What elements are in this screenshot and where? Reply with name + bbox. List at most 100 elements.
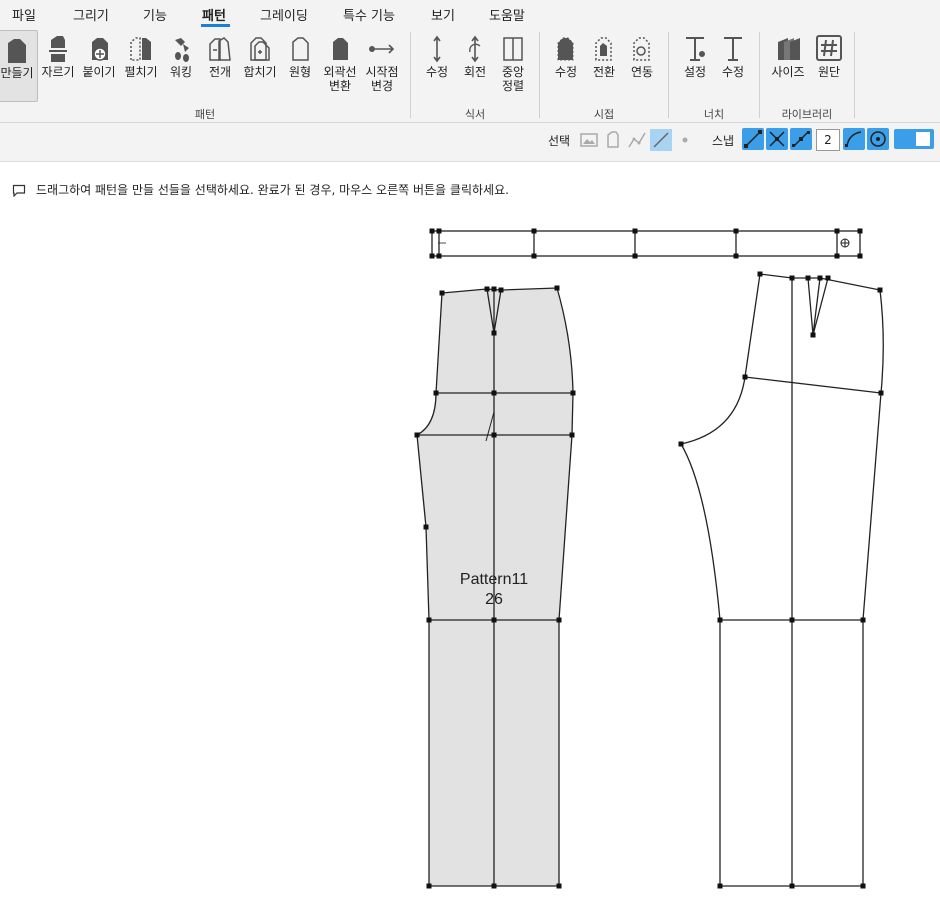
snap-label: 스냅 — [712, 134, 735, 148]
grain-edit-button[interactable]: 수정 — [420, 30, 454, 79]
grain-center-label-2: 정렬 — [501, 79, 525, 93]
snap-center-icon — [870, 131, 886, 147]
notch-edit-button[interactable]: 수정 — [716, 30, 750, 79]
group-label-seam: 시접 — [593, 108, 615, 121]
start-point-icon — [369, 44, 395, 54]
select-image-icon[interactable] — [578, 129, 600, 151]
create-pattern-button[interactable]: 만들기 — [0, 30, 38, 102]
seam-link-button[interactable]: 연동 — [625, 30, 659, 79]
develop-pattern-label: 전개 — [208, 65, 232, 79]
grain-center-icon — [503, 37, 523, 61]
seam-edit-icon — [557, 37, 574, 61]
notch-edit-label: 수정 — [721, 65, 745, 79]
seam-link-icon — [633, 37, 650, 61]
unfold-pattern-icon — [130, 37, 151, 61]
menu-pattern[interactable]: 패턴 — [202, 5, 226, 24]
snap-endpoint-button[interactable] — [742, 128, 764, 150]
menu-draw[interactable]: 그리기 — [73, 5, 109, 24]
menu-function[interactable]: 기능 — [143, 5, 167, 24]
ribbon: 만들기 자르기 붙이기 펼치기 워킹 전개 합치기 원형 외곽선 변환 시작점 … — [0, 28, 940, 123]
grain-rotate-icon — [469, 35, 481, 63]
menu-special-function[interactable]: 특수 기능 — [343, 5, 395, 24]
active-menu-indicator — [201, 24, 230, 27]
walking-label: 워킹 — [169, 65, 193, 79]
seam-edit-label: 수정 — [554, 65, 578, 79]
cut-pattern-button[interactable]: 자르기 — [40, 30, 76, 79]
select-snap-toolbar: 선택 스냅 2 — [0, 123, 940, 162]
outline-convert-icon — [333, 38, 348, 60]
start-point-label-1: 시작점 — [365, 65, 399, 79]
cut-pattern-label: 자르기 — [41, 65, 75, 79]
cut-pattern-icon — [49, 36, 67, 62]
grain-center-label-1: 중앙 — [501, 65, 525, 79]
walking-button[interactable]: 워킹 — [164, 30, 198, 79]
select-point-icon[interactable] — [674, 129, 696, 151]
grain-rotate-label: 회전 — [463, 65, 487, 79]
menu-help[interactable]: 도움말 — [489, 5, 525, 24]
develop-pattern-button[interactable]: 전개 — [202, 30, 238, 79]
walking-icon — [175, 38, 189, 62]
snap-curve-button[interactable] — [843, 128, 865, 150]
seam-toggle-label: 전환 — [592, 65, 616, 79]
seam-toggle-button[interactable]: 전환 — [587, 30, 621, 79]
seam-edit-button[interactable]: 수정 — [549, 30, 583, 79]
snap-toggle[interactable] — [894, 129, 934, 149]
seam-toggle-icon — [595, 37, 612, 61]
start-point-label-2: 변경 — [370, 79, 394, 93]
menu-bar: 파일 그리기 기능 패턴 그레이딩 특수 기능 보기 도움말 — [0, 0, 940, 28]
join-pattern-label: 붙이기 — [82, 65, 116, 79]
grain-rotate-button[interactable]: 회전 — [458, 30, 492, 79]
size-library-label: 사이즈 — [771, 65, 805, 79]
join-pattern-button[interactable]: 붙이기 — [80, 30, 118, 79]
toggle-knob — [916, 132, 930, 146]
notch-settings-button[interactable]: 설정 — [678, 30, 712, 79]
group-label-pattern: 패턴 — [194, 108, 216, 121]
create-pattern-icon — [8, 39, 26, 63]
snap-center-button[interactable] — [867, 128, 889, 150]
select-label: 선택 — [548, 134, 571, 148]
grain-center-button[interactable]: 중앙 정렬 — [496, 30, 530, 93]
drawing-canvas[interactable]: Pattern11 26 — [0, 162, 940, 917]
menu-file[interactable]: 파일 — [12, 5, 36, 24]
snap-divisions-input[interactable]: 2 — [816, 129, 840, 151]
outline-convert-label-1: 외곽선 — [323, 65, 357, 79]
join-pattern-icon — [92, 38, 108, 61]
merge-pattern-button[interactable]: 합치기 — [241, 30, 279, 79]
merge-pattern-label: 합치기 — [243, 65, 277, 79]
notch-settings-icon — [686, 37, 705, 61]
group-separator — [854, 32, 855, 118]
snap-midpoint-button[interactable] — [790, 128, 812, 150]
snap-curve-icon — [845, 131, 862, 147]
original-pattern-icon — [292, 37, 309, 61]
create-pattern-label: 만들기 — [0, 66, 34, 80]
fabric-library-icon — [816, 35, 842, 61]
select-line-button[interactable] — [650, 129, 672, 151]
pattern-size-label: 26 — [485, 591, 503, 608]
select-polyline-icon[interactable] — [626, 129, 648, 151]
grain-edit-icon — [433, 35, 441, 63]
group-label-grain: 식서 — [464, 108, 486, 121]
start-point-button[interactable]: 시작점 변경 — [362, 30, 402, 93]
fabric-library-button[interactable]: 원단 — [812, 30, 846, 79]
snap-endpoint-icon — [744, 130, 762, 148]
size-library-button[interactable]: 사이즈 — [766, 30, 810, 79]
waistband-pattern[interactable] — [431, 230, 861, 257]
original-pattern-button[interactable]: 원형 — [283, 30, 317, 79]
develop-pattern-icon — [209, 37, 231, 61]
unfold-pattern-button[interactable]: 펼치기 — [122, 30, 160, 79]
menu-grading[interactable]: 그레이딩 — [260, 5, 308, 24]
group-label-notch: 너치 — [703, 108, 725, 121]
group-label-library: 라이브러리 — [781, 108, 833, 121]
snap-intersection-icon — [769, 131, 785, 147]
fabric-library-label: 원단 — [817, 65, 841, 79]
outline-convert-button[interactable]: 외곽선 변환 — [320, 30, 360, 93]
original-pattern-label: 원형 — [288, 65, 312, 79]
back-trouser-pattern[interactable] — [679, 273, 884, 887]
menu-view[interactable]: 보기 — [431, 5, 455, 24]
seam-link-label: 연동 — [630, 65, 654, 79]
select-pattern-icon[interactable] — [602, 129, 624, 151]
grain-edit-label: 수정 — [425, 65, 449, 79]
snap-intersection-button[interactable] — [766, 128, 788, 150]
merge-pattern-icon — [250, 37, 270, 61]
size-library-icon — [778, 38, 800, 60]
